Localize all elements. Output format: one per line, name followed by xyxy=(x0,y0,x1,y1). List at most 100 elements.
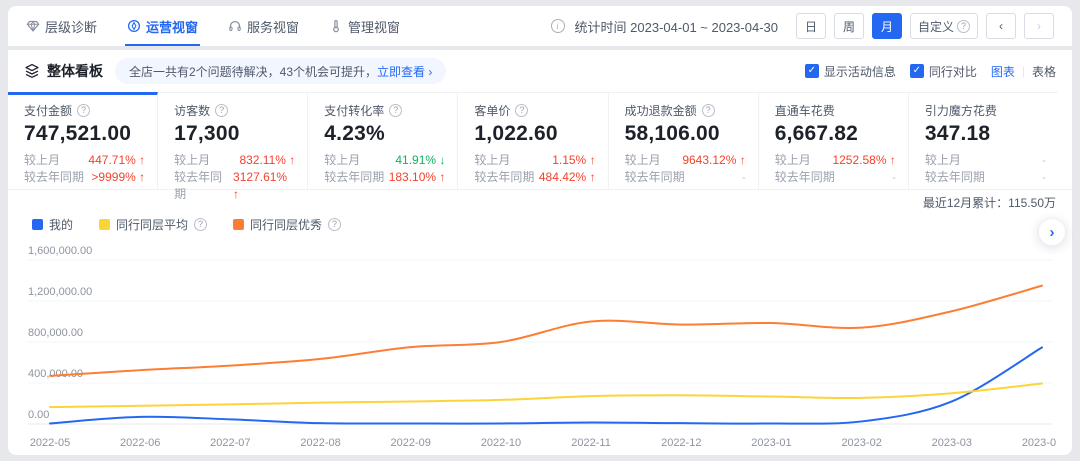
help-icon[interactable]: ? xyxy=(389,104,402,117)
cards-scroll-next-button[interactable]: › xyxy=(1038,218,1066,246)
yoy-label: 较去年同期 xyxy=(925,169,985,186)
svg-text:2022-11: 2022-11 xyxy=(571,437,611,449)
svg-text:2022-10: 2022-10 xyxy=(481,437,521,449)
range-button[interactable]: 月 xyxy=(872,13,902,39)
svg-text:2022-05: 2022-05 xyxy=(30,437,70,449)
view-table-tab[interactable]: 表格 xyxy=(1032,63,1056,80)
legend-item[interactable]: 我的 xyxy=(32,216,73,233)
svg-text:800,000.00: 800,000.00 xyxy=(28,327,83,339)
nav-label: 服务视窗 xyxy=(247,17,299,36)
help-icon[interactable]: ? xyxy=(702,104,715,117)
mom-percent: 41.91% xyxy=(395,153,436,167)
mom-value: 1.15% ↑ xyxy=(552,152,595,169)
svg-text:2023-01: 2023-01 xyxy=(751,437,791,449)
yoy-row: 较去年同期 484.42% ↑ xyxy=(474,169,595,186)
legend-label: 同行同层平均 xyxy=(116,216,188,233)
metric-value: 6,667.82 xyxy=(775,122,896,146)
yoy-row: 较去年同期 183.10% ↑ xyxy=(324,169,445,186)
trend-arrow-icon: ↑ xyxy=(233,187,239,201)
nav-item-management-view[interactable]: 管理视窗 xyxy=(329,6,400,46)
nav-label: 运营视窗 xyxy=(146,17,198,36)
help-icon[interactable]: ? xyxy=(515,104,528,117)
compass-icon xyxy=(127,19,141,33)
svg-text:2022-08: 2022-08 xyxy=(300,437,340,449)
help-icon[interactable]: ? xyxy=(194,218,207,231)
top-nav-bar: 层级诊断 运营视窗 服务视窗 管理视窗 i xyxy=(8,6,1072,46)
nav-item-level-diagnosis[interactable]: 层级诊断 xyxy=(26,6,97,46)
metric-value: 347.18 xyxy=(925,122,1046,146)
date-toolbar: i 统计时间 2023-04-01 ~ 2023-04-30 日 周 月 自定义… xyxy=(551,13,1054,39)
thermometer-icon xyxy=(329,19,343,33)
yoy-label: 较去年同期 xyxy=(775,169,835,186)
metric-value: 747,521.00 xyxy=(24,122,145,146)
yoy-percent: 3127.61% xyxy=(233,170,287,184)
board-title: 整体看板 xyxy=(24,61,103,81)
nav-label: 管理视窗 xyxy=(348,17,400,36)
metric-card[interactable]: 成功退款金额 ? 58,106.00 较上月 9643.12% ↑ 较去年同期 … xyxy=(609,92,759,189)
legend-item[interactable]: 同行同层优秀 ? xyxy=(233,216,341,233)
help-icon[interactable]: ? xyxy=(77,104,90,117)
help-icon[interactable]: ? xyxy=(215,104,228,117)
mom-label: 较上月 xyxy=(474,152,510,169)
mom-label: 较上月 xyxy=(324,152,360,169)
metric-card[interactable]: 直通车花费 6,667.82 较上月 1252.58% ↑ 较去年同期 - xyxy=(759,92,909,189)
range-button[interactable]: 周 xyxy=(834,13,864,39)
mom-label: 较上月 xyxy=(925,152,961,169)
svg-text:2023-02: 2023-02 xyxy=(841,437,881,449)
metric-card[interactable]: 访客数 ? 17,300 较上月 832.11% ↑ 较去年同期 3127.61… xyxy=(158,92,308,189)
mom-value: - xyxy=(1042,152,1046,169)
yoy-value: >9999% ↑ xyxy=(91,169,145,186)
notice-link[interactable]: 立即查看 › xyxy=(377,63,432,80)
checkbox-checked-icon[interactable]: ✓ xyxy=(910,64,924,78)
headset-icon xyxy=(228,19,242,33)
svg-text:2023-03: 2023-03 xyxy=(932,437,972,449)
metric-value: 1,022.60 xyxy=(474,122,595,146)
mom-percent: 832.11% xyxy=(239,153,285,167)
yoy-percent: - xyxy=(1042,170,1046,184)
yoy-value: 3127.61% ↑ xyxy=(233,169,295,203)
range-buttons: 日 周 月 xyxy=(796,13,902,39)
metric-card[interactable]: 支付金额 ? 747,521.00 较上月 447.71% ↑ 较去年同期 >9… xyxy=(8,92,158,189)
yoy-label: 较去年同期 xyxy=(474,169,534,186)
prev-period-button[interactable]: ‹ xyxy=(986,13,1016,39)
help-icon: ? xyxy=(957,20,970,33)
mom-percent: - xyxy=(1042,153,1046,167)
metric-value: 17,300 xyxy=(174,122,295,146)
metric-card[interactable]: 引力魔方花费 347.18 较上月 - 较去年同期 - xyxy=(909,92,1058,189)
yoy-row: 较去年同期 >9999% ↑ xyxy=(24,169,145,186)
board-title-text: 整体看板 xyxy=(47,61,103,81)
show-activity-checkbox[interactable]: ✓ 显示活动信息 xyxy=(805,63,896,80)
metric-title: 支付转化率 xyxy=(324,102,384,119)
trend-arrow-icon: ↑ xyxy=(740,153,746,167)
nav-item-service-view[interactable]: 服务视窗 xyxy=(228,6,299,46)
metric-card[interactable]: 客单价 ? 1,022.60 较上月 1.15% ↑ 较去年同期 484.42%… xyxy=(458,92,608,189)
custom-range-button[interactable]: 自定义 ? xyxy=(910,13,978,39)
stat-time-value: 2023-04-01 ~ 2023-04-30 xyxy=(630,20,778,35)
mom-value: 447.71% ↑ xyxy=(88,152,145,169)
legend-item[interactable]: 同行同层平均 ? xyxy=(99,216,207,233)
trend-arrow-icon: ↑ xyxy=(289,153,295,167)
metric-card[interactable]: 支付转化率 ? 4.23% 较上月 41.91% ↓ 较去年同期 183.10%… xyxy=(308,92,458,189)
svg-text:1,600,000.00: 1,600,000.00 xyxy=(28,245,92,257)
peer-compare-checkbox[interactable]: ✓ 同行对比 xyxy=(910,63,977,80)
checkbox-checked-icon[interactable]: ✓ xyxy=(805,64,819,78)
legend-swatch xyxy=(233,219,244,230)
help-icon[interactable]: ? xyxy=(328,218,341,231)
svg-text:1,200,000.00: 1,200,000.00 xyxy=(28,286,92,298)
view-chart-tab[interactable]: 图表 xyxy=(991,63,1015,80)
primary-nav: 层级诊断 运营视窗 服务视窗 管理视窗 xyxy=(26,6,400,46)
svg-text:2022-09: 2022-09 xyxy=(391,437,431,449)
next-period-button[interactable]: › xyxy=(1024,13,1054,39)
trend-arrow-icon: ↑ xyxy=(439,170,445,184)
mom-value: 1252.58% ↑ xyxy=(832,152,895,169)
view-separator: | xyxy=(1022,64,1025,78)
trend-arrow-icon: ↑ xyxy=(139,170,145,184)
legend-label: 同行同层优秀 xyxy=(250,216,322,233)
mom-value: 832.11% ↑ xyxy=(239,152,295,169)
gem-icon xyxy=(26,19,40,33)
range-button[interactable]: 日 xyxy=(796,13,826,39)
nav-item-operation-view[interactable]: 运营视窗 xyxy=(127,6,198,46)
mom-value: 9643.12% ↑ xyxy=(682,152,745,169)
stat-time: 统计时间 2023-04-01 ~ 2023-04-30 xyxy=(575,17,778,36)
custom-range-label: 自定义 xyxy=(918,18,954,35)
